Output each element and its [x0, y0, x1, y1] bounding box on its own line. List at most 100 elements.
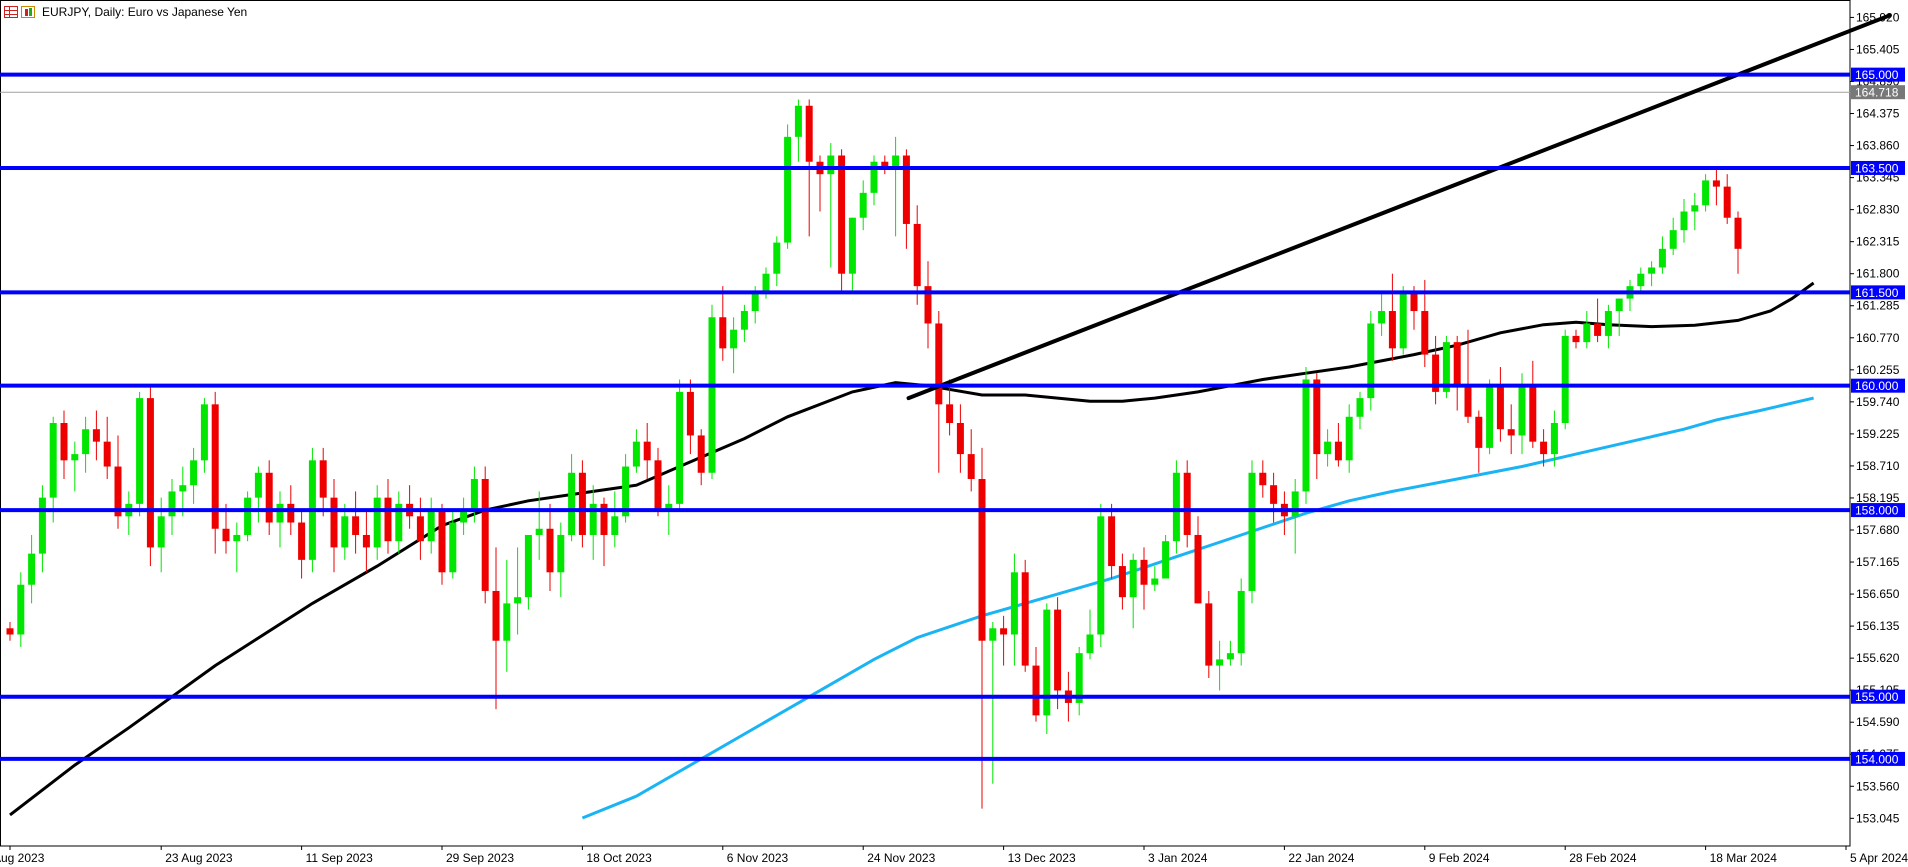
- candle-body: [557, 534, 565, 573]
- candle-body: [1205, 603, 1213, 666]
- candle-body: [1000, 628, 1008, 635]
- candle-body: [1054, 609, 1062, 691]
- y-tick-label: 160.255: [1856, 363, 1900, 377]
- candle-body: [136, 398, 144, 504]
- candle-body: [1691, 205, 1699, 212]
- y-tick-label: 154.590: [1856, 715, 1900, 729]
- y-tick-label: 161.800: [1856, 267, 1900, 281]
- y-tick-label: 160.770: [1856, 331, 1900, 345]
- y-tick-label: 164.375: [1856, 107, 1900, 121]
- chart-header: EURJPY, Daily: Euro vs Japanese Yen: [4, 4, 252, 20]
- candle-body: [902, 155, 910, 224]
- candle-body: [946, 404, 954, 423]
- candle-body: [1194, 534, 1202, 604]
- candle-body: [1421, 311, 1429, 355]
- candle-body: [1129, 559, 1137, 598]
- candle-body: [1637, 273, 1645, 287]
- candle-body: [1680, 211, 1688, 231]
- candle-body: [1021, 572, 1029, 666]
- candle-body: [967, 454, 975, 479]
- x-tick-label: 29 Sep 2023: [446, 851, 514, 865]
- level-label: 161.500: [1855, 286, 1899, 300]
- level-label: 163.500: [1855, 161, 1899, 175]
- candle-body: [1507, 429, 1515, 436]
- candle-body: [1032, 665, 1040, 716]
- candle-body: [330, 497, 338, 548]
- candle-body: [1475, 416, 1483, 448]
- chart-title: EURJPY, Daily: Euro vs Japanese Yen: [42, 5, 248, 19]
- candle-body: [632, 441, 640, 467]
- candle-body: [1226, 653, 1234, 660]
- moving-average-cyan: [581, 396, 1814, 820]
- candle-body: [1453, 342, 1461, 386]
- y-tick-label: 156.135: [1856, 619, 1900, 633]
- candle-body: [1572, 335, 1580, 343]
- candle-body: [524, 534, 532, 598]
- x-tick-label: 9 Feb 2024: [1429, 851, 1490, 865]
- candle-body: [1313, 379, 1321, 455]
- y-tick-label: 159.225: [1856, 427, 1900, 441]
- x-tick-label: 28 Feb 2024: [1569, 851, 1637, 865]
- candle-body: [1583, 323, 1591, 343]
- candle-body: [1086, 634, 1094, 654]
- candle-body: [805, 105, 813, 162]
- level-label: 155.000: [1855, 690, 1899, 704]
- candle-body: [384, 497, 392, 542]
- candle-body: [978, 478, 986, 641]
- candle-body: [179, 485, 187, 492]
- candle-body: [1324, 441, 1332, 455]
- candle-body: [362, 534, 370, 548]
- candle-body: [49, 423, 57, 498]
- candle-body: [740, 311, 748, 330]
- chart-area[interactable]: 165.920165.405164.890164.375163.860163.3…: [0, 0, 1908, 867]
- candle-body: [1108, 516, 1116, 567]
- candle-body: [514, 597, 522, 604]
- candle-body: [254, 472, 262, 498]
- y-tick-label: 156.650: [1856, 587, 1900, 601]
- candle-body: [535, 528, 543, 535]
- x-tick-label: 11 Sep 2023: [306, 851, 373, 865]
- candle-body: [244, 497, 252, 535]
- candle-body: [719, 317, 727, 349]
- candle-body: [1734, 217, 1742, 249]
- level-label: 160.000: [1855, 379, 1899, 393]
- candle-body: [1410, 292, 1418, 312]
- x-tick-label: 22 Jan 2024: [1288, 851, 1354, 865]
- candle-body: [1615, 298, 1623, 312]
- y-tick-label: 165.405: [1856, 42, 1900, 56]
- candle-body: [60, 423, 68, 461]
- candle-body: [827, 155, 835, 175]
- candle-body: [1496, 385, 1504, 430]
- candle-body: [1345, 416, 1353, 461]
- x-tick-label: 4 Aug 2023: [0, 851, 45, 865]
- candle-body: [686, 391, 694, 436]
- candle-body: [708, 317, 716, 473]
- candle-body: [492, 590, 500, 641]
- candle-body: [989, 628, 997, 641]
- candle-body: [1140, 559, 1148, 585]
- candle-body: [1561, 335, 1569, 423]
- candle-body: [643, 441, 651, 461]
- candle-body: [1118, 566, 1126, 598]
- candle-body: [222, 528, 230, 542]
- candle-body: [1464, 385, 1472, 417]
- candles-group: [6, 99, 1742, 809]
- candle-body: [1594, 323, 1602, 336]
- y-tick-label: 162.830: [1856, 203, 1900, 217]
- candle-body: [38, 497, 46, 554]
- candle-body: [859, 192, 867, 218]
- candlestick-chart[interactable]: 165.920165.405164.890164.375163.860163.3…: [0, 0, 1908, 867]
- candle-body: [676, 391, 684, 504]
- candle-body: [146, 398, 154, 548]
- candle-body: [1486, 385, 1494, 448]
- candle-body: [578, 472, 586, 535]
- candle-body: [287, 503, 295, 523]
- candle-body: [503, 603, 511, 641]
- level-label: 158.000: [1855, 504, 1899, 518]
- candle-body: [200, 404, 208, 461]
- y-tick-label: 159.740: [1856, 395, 1900, 409]
- x-tick-label: 13 Dec 2023: [1008, 851, 1076, 865]
- candle-body: [730, 329, 738, 349]
- candle-body: [654, 460, 662, 511]
- candle-body: [71, 454, 79, 461]
